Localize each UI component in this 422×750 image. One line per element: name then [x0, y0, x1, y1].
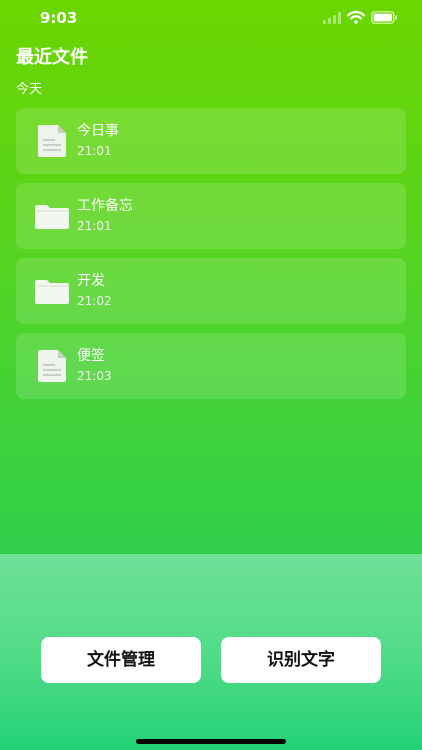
file-time: 21:01	[77, 219, 112, 233]
document-icon	[38, 350, 66, 382]
file-time: 21:01	[77, 144, 112, 158]
recent-file-list: 今日事 21:01 工作备忘 21:01 开发 21:02 便签 21:03	[16, 108, 406, 408]
file-time: 21:03	[77, 369, 112, 383]
status-icons	[323, 11, 398, 24]
file-time: 21:02	[77, 294, 112, 308]
file-name: 今日事	[77, 123, 119, 139]
folder-icon	[35, 205, 69, 229]
file-item-0[interactable]: 今日事 21:01	[16, 108, 406, 174]
file-management-button[interactable]: 文件管理	[41, 637, 201, 683]
home-indicator[interactable]	[136, 739, 286, 744]
recognize-text-button[interactable]: 识别文字	[221, 637, 381, 683]
file-item-1[interactable]: 工作备忘 21:01	[16, 183, 406, 249]
file-name: 工作备忘	[77, 198, 133, 214]
page-title: 最近文件	[16, 47, 88, 68]
wifi-icon	[347, 11, 365, 24]
signal-icon	[323, 11, 341, 24]
file-name: 开发	[77, 273, 105, 289]
status-time: 9:03	[40, 9, 78, 27]
battery-icon	[371, 11, 397, 24]
file-item-2[interactable]: 开发 21:02	[16, 258, 406, 324]
file-name: 便签	[77, 348, 105, 364]
folder-icon	[35, 280, 69, 304]
status-bar: 9:03	[0, 0, 422, 40]
section-label-today: 今天	[16, 82, 43, 97]
file-item-3[interactable]: 便签 21:03	[16, 333, 406, 399]
document-icon	[38, 125, 66, 157]
